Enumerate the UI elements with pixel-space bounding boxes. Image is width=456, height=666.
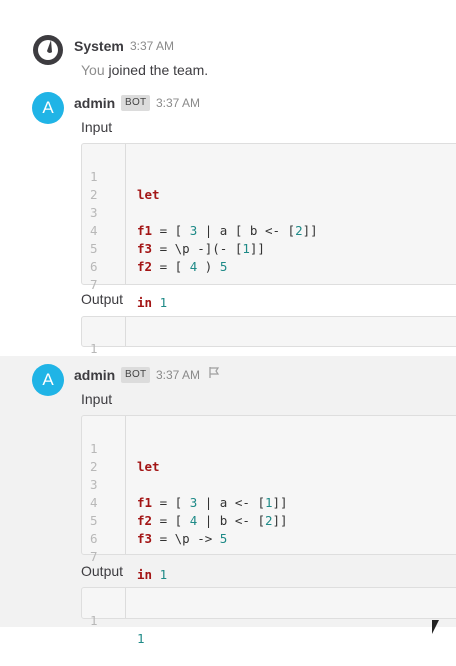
code-number: 2 bbox=[295, 223, 303, 238]
code-number: 1 bbox=[159, 295, 168, 310]
code-line: 5 f3 = \p -> 5 bbox=[82, 494, 227, 546]
code-text: ]] bbox=[302, 223, 318, 238]
code-number: 2 bbox=[264, 513, 273, 528]
code-text: = \p -](- [ bbox=[152, 241, 243, 256]
input-code-block: 1 let 2 3 f1 = [ 3 | a [ b <- [2]] 4 f3 … bbox=[81, 143, 456, 310]
code-line: 2 bbox=[82, 440, 127, 474]
code-name: f2 bbox=[137, 259, 153, 274]
avatar[interactable]: A bbox=[32, 92, 64, 124]
bot-badge: BOT bbox=[121, 367, 151, 383]
code-line: 1 let bbox=[82, 150, 160, 202]
code-number: 1 bbox=[159, 567, 168, 582]
avatar-letter: A bbox=[42, 98, 54, 117]
input-label: Input bbox=[81, 391, 113, 407]
code-number: 1 bbox=[242, 241, 250, 256]
code-line: 7 in 1 bbox=[82, 258, 167, 310]
input-code-block: 1 let 2 3 f1 = [ 3 | a <- [1]] 4 f2 = [ … bbox=[81, 415, 456, 582]
code-line: 3 f1 = [ 3 | a <- [1]] bbox=[82, 458, 288, 510]
line-number: 1 bbox=[90, 613, 98, 628]
output-code-block: 1 1 bbox=[81, 316, 456, 374]
system-message-text: joined the team. bbox=[108, 62, 209, 78]
code-text: ]] bbox=[249, 241, 265, 256]
avatar[interactable]: A bbox=[32, 364, 64, 396]
code-text: = [ bbox=[152, 495, 190, 510]
system-post: System 3:37 AM You joined the team. bbox=[0, 0, 456, 88]
code-line: 1 1 bbox=[82, 322, 145, 374]
code-keyword: let bbox=[137, 187, 160, 202]
code-text: = [ bbox=[152, 513, 190, 528]
output-code-block: 1 1 bbox=[81, 587, 456, 646]
code-number: 1 bbox=[264, 495, 273, 510]
code-line: 6 bbox=[82, 512, 127, 546]
code-number: 5 bbox=[219, 259, 228, 274]
author-name[interactable]: admin bbox=[74, 367, 115, 383]
code-line: 7 in 1 bbox=[82, 530, 167, 582]
code-line: 3 f1 = [ 3 | a [ b <- [2]] bbox=[82, 186, 318, 238]
code-text: ]] bbox=[272, 495, 288, 510]
code-text: | b <- [ bbox=[197, 513, 265, 528]
code-name: f1 bbox=[137, 495, 153, 510]
code-name: f2 bbox=[137, 513, 153, 528]
output-label: Output bbox=[81, 563, 124, 579]
code-line: 2 bbox=[82, 168, 127, 202]
post-time[interactable]: 3:37 AM bbox=[156, 96, 200, 110]
code-keyword: in bbox=[137, 567, 153, 582]
flag-icon-glyph bbox=[209, 367, 220, 378]
post-time[interactable]: 3:37 AM bbox=[130, 39, 174, 53]
author-name[interactable]: System bbox=[74, 38, 124, 54]
bot-badge: BOT bbox=[121, 95, 151, 111]
code-line: 1 1 bbox=[82, 594, 145, 646]
code-text: | a <- [ bbox=[197, 495, 265, 510]
mattermost-logo-icon bbox=[33, 35, 63, 65]
input-label: Input bbox=[81, 119, 113, 135]
code-line: 5 f2 = [ 4 ) 5 bbox=[82, 222, 227, 274]
code-keyword: in bbox=[137, 295, 153, 310]
avatar-letter: A bbox=[42, 370, 54, 389]
code-line: 6 bbox=[82, 240, 127, 274]
post-time[interactable]: 3:37 AM bbox=[156, 368, 200, 382]
code-number: 5 bbox=[219, 531, 228, 546]
flag-icon[interactable] bbox=[208, 366, 221, 382]
system-avatar[interactable] bbox=[32, 34, 64, 66]
code-line: 4 f2 = [ 4 | b <- [2]] bbox=[82, 476, 288, 528]
code-name: f3 bbox=[137, 531, 153, 546]
code-line: 4 f3 = \p -](- [1]] bbox=[82, 204, 265, 256]
code-name: f3 bbox=[137, 241, 153, 256]
system-message-muted: You bbox=[81, 62, 105, 78]
code-text: = [ bbox=[152, 259, 190, 274]
code-text: | a [ b <- [ bbox=[197, 223, 296, 238]
output-label: Output bbox=[81, 291, 124, 307]
code-line: 1 let bbox=[82, 422, 160, 474]
mouse-cursor-icon bbox=[432, 620, 446, 634]
code-text: = \p -> bbox=[152, 531, 220, 546]
system-message: You joined the team. bbox=[81, 62, 208, 78]
code-text: = [ bbox=[152, 223, 190, 238]
bot-post: A admin BOT 3:37 AM Input 1 let 2 3 f1 =… bbox=[0, 88, 456, 374]
author-name[interactable]: admin bbox=[74, 95, 115, 111]
bot-post-hovered: A admin BOT 3:37 AM Input 1 let 2 3 f1 =… bbox=[0, 356, 456, 646]
code-text: ]] bbox=[272, 513, 288, 528]
code-text: ) bbox=[197, 259, 220, 274]
code-name: f1 bbox=[137, 223, 153, 238]
code-number: 1 bbox=[137, 631, 145, 646]
code-keyword: let bbox=[137, 459, 160, 474]
